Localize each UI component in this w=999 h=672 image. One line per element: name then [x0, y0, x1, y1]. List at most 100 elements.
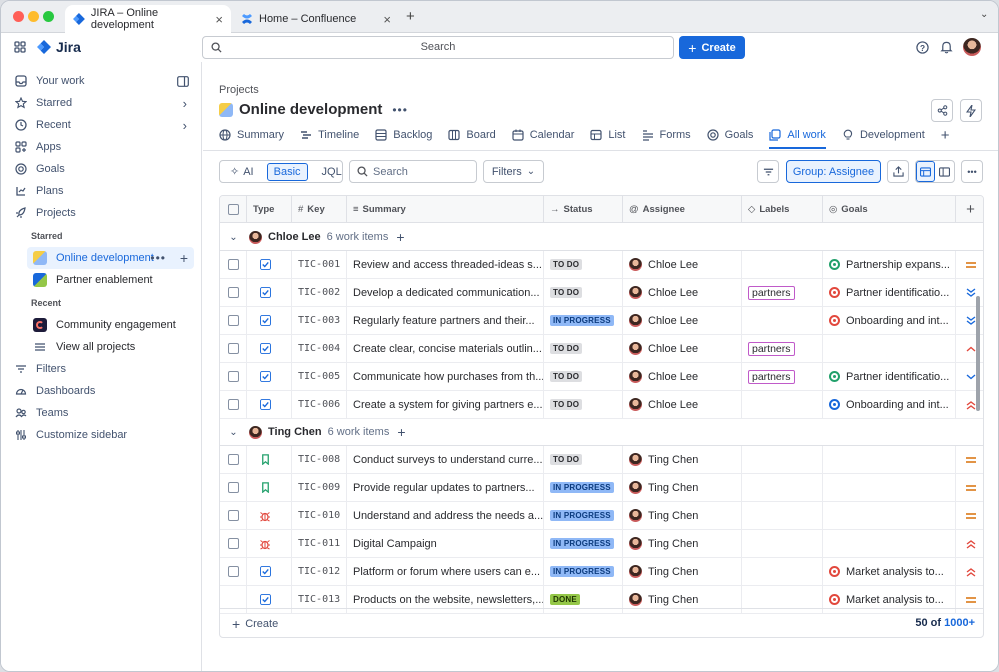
issue-key[interactable]: TIC-004 — [298, 343, 340, 354]
sidebar-item-apps[interactable]: Apps — [9, 136, 195, 158]
sidebar-item-your-work[interactable]: Your work — [9, 70, 195, 92]
more-options-button[interactable]: ••• — [961, 160, 983, 183]
assignee-cell[interactable]: Ting Chen — [623, 446, 742, 473]
status-badge[interactable]: IN PROGRESS — [550, 538, 614, 549]
status-badge[interactable]: IN PROGRESS — [550, 510, 614, 521]
assignee-cell[interactable]: Ting Chen — [623, 474, 742, 501]
assignee-cell[interactable]: Chloe Lee — [623, 391, 742, 418]
minimize-window-button[interactable] — [28, 11, 39, 22]
global-search-input[interactable]: Search — [202, 36, 674, 59]
share-button[interactable] — [931, 99, 953, 122]
table-row[interactable]: TIC-009 Provide regular updates to partne… — [220, 474, 983, 502]
count-link[interactable]: 1000+ — [944, 617, 975, 629]
issue-key[interactable]: TIC-010 — [298, 510, 340, 521]
column-header-labels[interactable]: ◇ Labels — [742, 196, 823, 223]
assignee-cell[interactable]: Ting Chen — [623, 558, 742, 585]
status-badge[interactable]: TO DO — [550, 259, 583, 270]
tab-all-work[interactable]: All work — [769, 124, 826, 149]
sidebar-item-teams[interactable]: Teams — [9, 402, 195, 424]
issue-key[interactable]: TIC-006 — [298, 399, 340, 410]
checkbox[interactable] — [227, 454, 239, 465]
add-tab-icon[interactable]: + — [941, 124, 950, 146]
status-badge[interactable]: IN PROGRESS — [550, 566, 614, 577]
checkbox[interactable] — [227, 343, 239, 354]
issue-key[interactable]: TIC-011 — [298, 538, 340, 549]
issue-summary[interactable]: Develop a dedicated communication... — [353, 287, 540, 299]
basic-mode-button[interactable]: Basic — [266, 162, 308, 181]
close-window-button[interactable] — [13, 11, 24, 22]
tab-backlog[interactable]: Backlog — [375, 124, 432, 146]
checkbox[interactable] — [227, 287, 239, 298]
table-row[interactable]: TIC-004 Create clear, concise materials o… — [220, 335, 983, 363]
group-header[interactable]: ⌄ Chloe Lee 6 work items + — [220, 224, 983, 251]
table-row[interactable]: TIC-006 Create a system for giving partne… — [220, 391, 983, 419]
label-tag[interactable]: partners — [748, 369, 795, 384]
group-by-assignee-button[interactable]: Group: Assignee — [786, 160, 881, 183]
checkbox[interactable] — [227, 399, 239, 410]
assignee-cell[interactable]: Chloe Lee — [623, 307, 742, 334]
priority-cell[interactable] — [956, 502, 983, 529]
tab-timeline[interactable]: Timeline — [300, 124, 359, 146]
labels-cell[interactable] — [742, 502, 823, 529]
close-tab-icon[interactable]: × — [215, 12, 223, 27]
issue-summary[interactable]: Platform or forum where users can e... — [353, 566, 540, 578]
group-header[interactable]: ⌄ Ting Chen 6 work items + — [220, 419, 983, 446]
tab-summary[interactable]: Summary — [219, 124, 284, 146]
labels-cell[interactable]: partners — [742, 335, 823, 362]
tab-board[interactable]: Board — [448, 124, 496, 146]
help-icon[interactable]: ? — [916, 41, 929, 54]
goal-name[interactable]: Partnership expans... — [846, 259, 950, 271]
sidebar-item-projects[interactable]: Projects — [9, 202, 195, 224]
work-search-input[interactable]: Search — [349, 160, 477, 183]
priority-cell[interactable] — [956, 251, 983, 278]
assignee-cell[interactable]: Ting Chen — [623, 530, 742, 557]
issue-summary[interactable]: Create clear, concise materials outlin..… — [353, 343, 542, 355]
goal-name[interactable]: Onboarding and int... — [846, 315, 949, 327]
goal-name[interactable]: Market analysis to... — [846, 566, 944, 578]
priority-cell[interactable] — [956, 530, 983, 557]
tab-calendar[interactable]: Calendar — [512, 124, 574, 146]
column-header-summary[interactable]: ≡ Summary — [347, 196, 544, 223]
labels-cell[interactable] — [742, 251, 823, 278]
create-work-item-button[interactable]: + Create — [232, 616, 278, 632]
add-icon[interactable]: + — [180, 250, 188, 266]
chevron-down-icon[interactable]: ⌄ — [220, 427, 247, 438]
checkbox[interactable] — [227, 538, 239, 549]
notifications-bell-icon[interactable] — [940, 40, 953, 54]
issue-key[interactable]: TIC-012 — [298, 566, 340, 577]
tab-forms[interactable]: Forms — [642, 124, 691, 146]
list-view-button[interactable] — [916, 161, 935, 182]
scrollbar[interactable] — [976, 296, 980, 411]
assignee-cell[interactable]: Chloe Lee — [623, 335, 742, 362]
goal-name[interactable]: Partner identificatio... — [846, 371, 949, 383]
jql-mode-button[interactable]: JQL — [313, 166, 351, 178]
assignee-cell[interactable]: Ting Chen — [623, 502, 742, 529]
column-header-assignee[interactable]: @ Assignee — [623, 196, 742, 223]
create-button[interactable]: + Create — [679, 36, 745, 59]
issue-key[interactable]: TIC-003 — [298, 315, 340, 326]
issue-key[interactable]: TIC-002 — [298, 287, 340, 298]
checkbox[interactable] — [227, 510, 239, 521]
labels-cell[interactable] — [742, 474, 823, 501]
labels-cell[interactable]: partners — [742, 279, 823, 306]
assignee-cell[interactable]: Chloe Lee — [623, 251, 742, 278]
column-header-goals[interactable]: ◎ Goals — [823, 196, 956, 223]
labels-cell[interactable] — [742, 530, 823, 557]
assignee-cell[interactable]: Chloe Lee — [623, 363, 742, 390]
tab-list-chevron-icon[interactable]: ⌄ — [980, 9, 988, 20]
column-header-type[interactable]: Type — [247, 196, 292, 223]
issue-summary[interactable]: Understand and address the needs a... — [353, 510, 543, 522]
issue-summary[interactable]: Products on the website, newsletters,... — [353, 594, 543, 606]
status-badge[interactable]: IN PROGRESS — [550, 315, 614, 326]
filters-dropdown[interactable]: Filters ⌄ — [483, 160, 544, 183]
sidebar-item-recent[interactable]: Recent › — [9, 114, 195, 136]
new-tab-icon[interactable]: + — [406, 8, 415, 25]
priority-cell[interactable] — [956, 558, 983, 585]
issue-summary[interactable]: Provide regular updates to partners... — [353, 482, 535, 494]
sidebar-project-community-engagement[interactable]: Community engagement — [27, 314, 194, 336]
column-header-key[interactable]: # Key — [292, 196, 347, 223]
priority-cell[interactable] — [956, 446, 983, 473]
sort-button[interactable] — [757, 160, 779, 183]
sidebar-item-goals[interactable]: Goals — [9, 158, 195, 180]
sidebar-view-all-projects[interactable]: View all projects — [27, 336, 194, 358]
